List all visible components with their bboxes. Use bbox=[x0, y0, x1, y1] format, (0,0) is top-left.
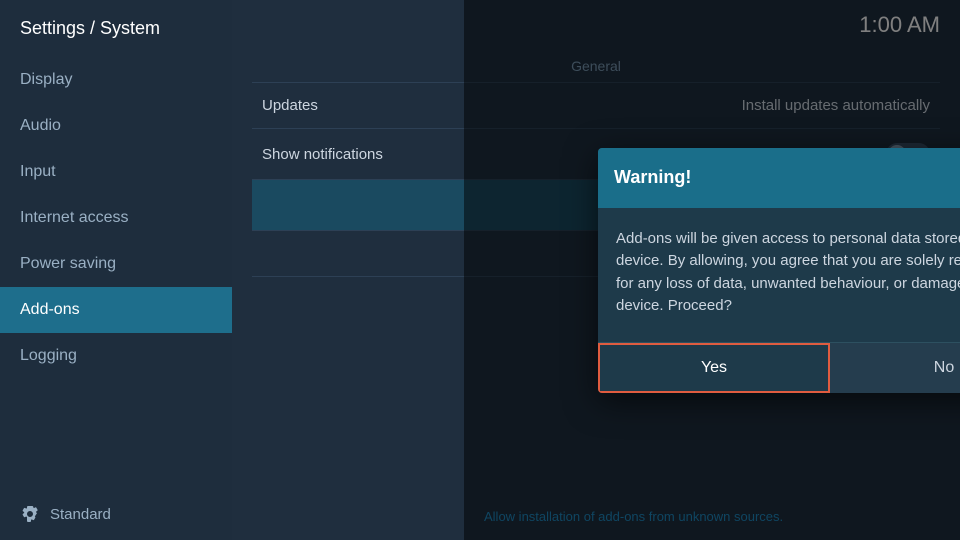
sidebar-item-internet-access[interactable]: Internet access bbox=[0, 195, 232, 241]
dialog-buttons: Yes No bbox=[598, 342, 960, 393]
no-button[interactable]: No bbox=[830, 343, 960, 393]
dialog-body: Add-ons will be given access to personal… bbox=[598, 208, 960, 342]
page-title: Settings / System bbox=[0, 0, 232, 57]
show-notifications-label: Show notifications bbox=[262, 146, 383, 163]
dialog-title: Warning! bbox=[614, 167, 691, 188]
yes-button[interactable]: Yes bbox=[598, 343, 830, 393]
sidebar-item-power-saving[interactable]: Power saving bbox=[0, 241, 232, 287]
sidebar: Settings / System Display Audio Input In… bbox=[0, 0, 232, 540]
unknown-sources-label bbox=[262, 197, 266, 214]
sidebar-item-logging[interactable]: Logging bbox=[0, 333, 232, 379]
profile-label: Standard bbox=[50, 506, 111, 523]
dialog-header: Warning! bbox=[598, 148, 960, 208]
gear-icon bbox=[20, 504, 40, 524]
sidebar-footer: Standard bbox=[0, 488, 232, 540]
sidebar-item-audio[interactable]: Audio bbox=[0, 103, 232, 149]
repo-label bbox=[262, 245, 266, 262]
sidebar-item-input[interactable]: Input bbox=[0, 149, 232, 195]
main-content: 1:00 AM General Updates Install updates … bbox=[232, 0, 960, 540]
dialog-overlay: Warning! Add-ons will be given access to… bbox=[464, 0, 960, 540]
sidebar-nav: Display Audio Input Internet access Powe… bbox=[0, 57, 232, 488]
sidebar-item-add-ons[interactable]: Add-ons bbox=[0, 287, 232, 333]
sidebar-item-display[interactable]: Display bbox=[0, 57, 232, 103]
updates-label: Updates bbox=[262, 97, 318, 114]
warning-dialog: Warning! Add-ons will be given access to… bbox=[598, 148, 960, 393]
